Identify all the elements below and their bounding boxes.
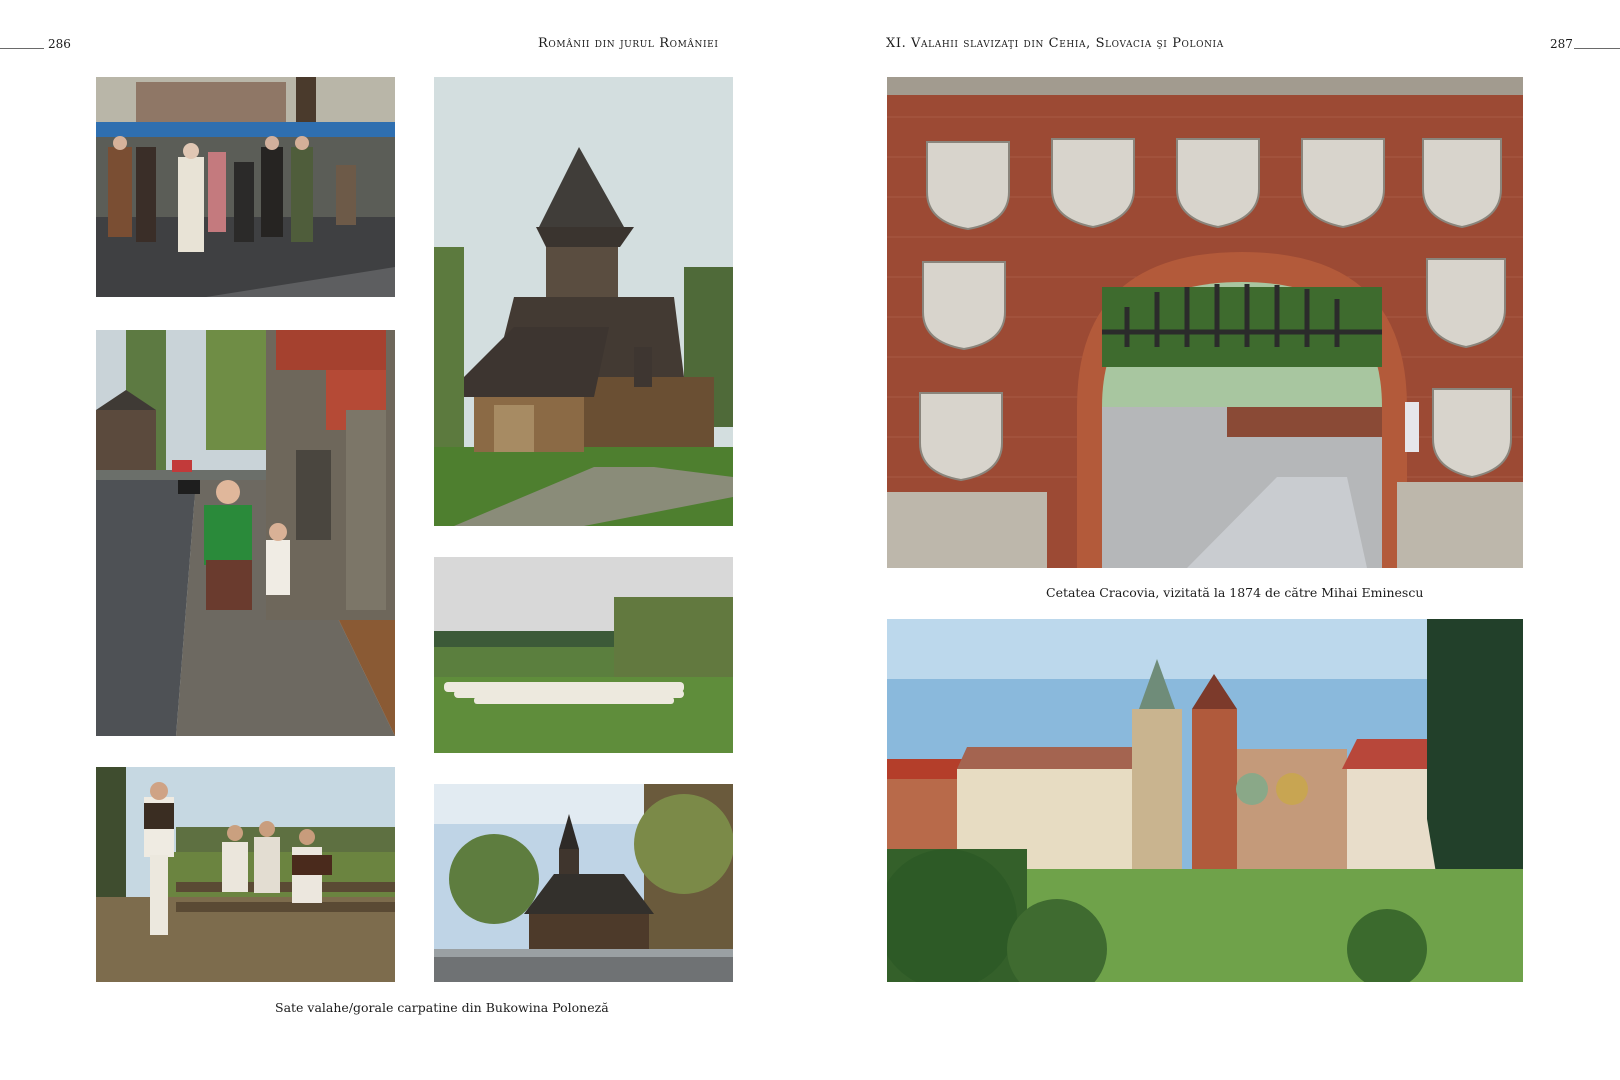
photo-krakow-gate xyxy=(887,77,1523,568)
left-header-rule xyxy=(0,48,44,49)
right-page-caption: Cetatea Cracovia, vizitată la 1874 de că… xyxy=(1046,585,1424,600)
left-running-header: Românii din jurul României xyxy=(538,36,719,51)
photo-musicians-bench xyxy=(96,767,395,982)
photo-small-wooden-church xyxy=(434,784,733,982)
right-header-rule xyxy=(1574,48,1620,49)
left-page-number: 286 xyxy=(48,37,71,51)
photo-folk-costume-street xyxy=(96,330,395,736)
left-page-caption: Sate valahe/gorale carpatine din Bukowin… xyxy=(275,1000,609,1015)
right-page-number: 287 xyxy=(1550,37,1573,51)
photo-sheep-pasture xyxy=(434,557,733,753)
photo-wooden-church xyxy=(434,77,733,526)
photo-wawel-castle xyxy=(887,619,1523,982)
photo-village-market xyxy=(96,77,395,297)
right-running-header: XI. Valahii slavizaţi din Cehia, Slovaci… xyxy=(886,36,1224,51)
